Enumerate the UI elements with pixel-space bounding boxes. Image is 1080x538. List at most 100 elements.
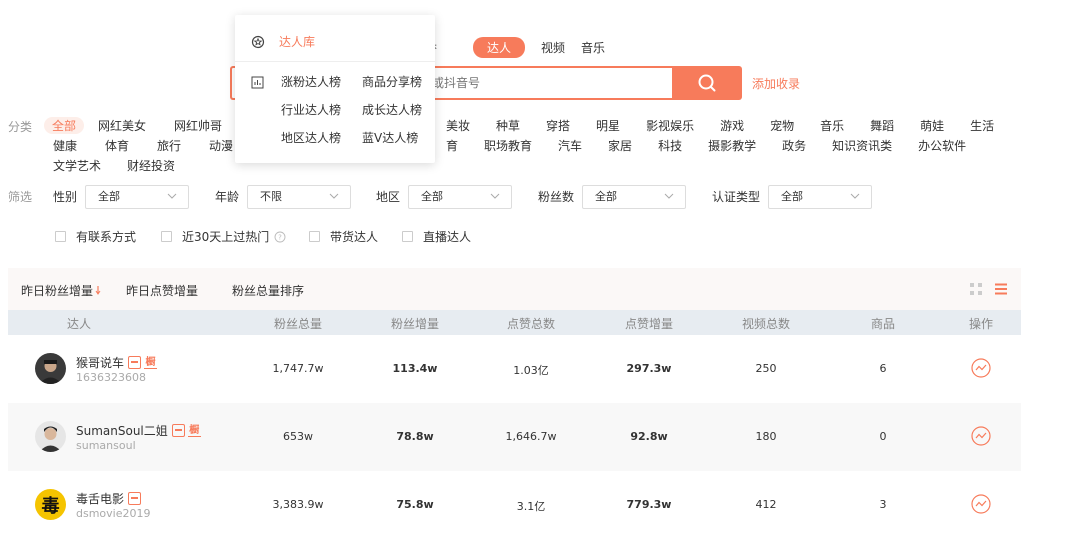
menu-item-fans-rank[interactable]: 涨粉达人榜 (281, 75, 362, 89)
dropdown-header[interactable]: 达人库 (251, 33, 315, 50)
add-record-link[interactable]: 添加收录 (752, 75, 800, 92)
category-item[interactable]: 政务 (782, 137, 806, 154)
category-item[interactable]: 音乐 (820, 117, 844, 134)
search-icon (698, 74, 716, 92)
table-row: 猴哥说车橱 1636323608 1,747.7w 113.4w 1.03亿 2… (8, 335, 1021, 403)
col-likes-total: 点赞总数 (506, 317, 556, 331)
checkbox-hot30[interactable]: 近30天上过热门 ? (161, 228, 286, 245)
avatar[interactable] (35, 421, 66, 452)
help-icon[interactable]: ? (274, 231, 286, 243)
tab-daren[interactable]: 达人 (473, 36, 526, 58)
category-item[interactable]: 体育 (105, 137, 129, 154)
sort-tab-fans-total[interactable]: 粉丝总量排序 (232, 282, 304, 299)
category-item[interactable]: 网红美女 (98, 117, 146, 134)
user-name[interactable]: 毒舌电影 (76, 490, 142, 507)
menu-item-region-rank[interactable]: 地区达人榜 (281, 131, 362, 145)
menu-item-industry-rank[interactable]: 行业达人榜 (281, 103, 362, 117)
category-item[interactable]: 网红帅哥 (174, 117, 222, 134)
verified-badge-icon (171, 424, 185, 437)
checkbox-box[interactable] (402, 231, 413, 242)
col-fans-inc: 粉丝增量 (390, 317, 440, 331)
likes-inc: 297.3w (626, 362, 672, 375)
likes-total: 1,646.7w (505, 430, 557, 443)
fans-total: 653w (283, 430, 313, 443)
category-item[interactable]: 办公软件 (918, 137, 966, 154)
grid-view-icon[interactable] (969, 282, 983, 296)
checkbox-goods[interactable]: 带货达人 (309, 228, 378, 245)
checkbox-live[interactable]: 直播达人 (402, 228, 471, 245)
category-item[interactable]: 萌娃 (920, 117, 944, 134)
col-fans-total: 粉丝总量 (273, 317, 323, 331)
col-goods: 商品 (870, 317, 896, 331)
category-item[interactable]: 健康 (53, 137, 77, 154)
sort-tab-likes-inc[interactable]: 昨日点赞增量 (126, 282, 198, 299)
fans-total: 3,383.9w (272, 498, 324, 511)
category-item[interactable]: 摄影教学 (708, 137, 756, 154)
checkbox-box[interactable] (55, 231, 66, 242)
col-daren: 达人 (66, 317, 92, 331)
likes-total: 1.03亿 (513, 364, 549, 377)
table-header: 达人 粉丝总量 粉丝增量 点赞总数 点赞增量 视频总数 商品 操作 (8, 310, 1021, 335)
search-button[interactable] (672, 66, 742, 100)
category-item[interactable]: 游戏 (720, 117, 744, 134)
category-item[interactable]: 汽车 (558, 137, 582, 154)
chevron-down-icon (490, 193, 500, 199)
category-item[interactable]: 知识资讯类 (832, 137, 892, 154)
user-id: dsmovie2019 (76, 507, 151, 520)
chevron-down-icon (664, 193, 674, 199)
user-name[interactable]: SumanSoul二姐橱 (76, 422, 201, 439)
gender-label: 性别 (53, 190, 78, 204)
menu-item-bluev-rank[interactable]: 蓝V达人榜 (362, 131, 443, 145)
menu-item-goods-rank[interactable]: 商品分享榜 (362, 75, 443, 89)
category-item[interactable]: 影视娱乐 (646, 117, 694, 134)
sort-bar: 昨日粉丝增量 昨日点赞增量 粉丝总量排序 (8, 268, 1021, 310)
checkbox-box[interactable] (161, 231, 172, 242)
category-item[interactable]: 美妆 (446, 117, 470, 134)
user-name[interactable]: 猴哥说车橱 (76, 354, 158, 371)
verified-badge-icon (128, 492, 142, 505)
category-item[interactable]: 明星 (596, 117, 620, 134)
verified-badge-icon (128, 356, 142, 369)
tab-music[interactable]: 音乐 (581, 39, 605, 56)
avatar[interactable] (35, 353, 66, 384)
likes-inc: 92.8w (630, 430, 668, 443)
daren-dropdown-menu: 达人库 涨粉达人榜 商品分享榜 行业达人榜 成长达人榜 地区达人榜 蓝V达人榜 (235, 15, 435, 163)
sort-tab-fans-inc[interactable]: 昨日粉丝增量 (21, 282, 103, 299)
trend-chart-icon[interactable] (971, 494, 991, 514)
category-item[interactable]: 种草 (496, 117, 520, 134)
auth-select[interactable]: 全部 (768, 185, 872, 209)
avatar[interactable]: 毒 (35, 489, 66, 520)
category-item[interactable]: 舞蹈 (870, 117, 894, 134)
category-item[interactable]: 生活 (970, 117, 994, 134)
bar-chart-icon (251, 76, 264, 89)
category-item[interactable]: 科技 (658, 137, 682, 154)
col-videos: 视频总数 (741, 317, 791, 331)
category-item[interactable]: 旅行 (157, 137, 181, 154)
tab-video[interactable]: 视频 (541, 39, 565, 56)
list-view-icon[interactable] (994, 282, 1008, 296)
fans-select[interactable]: 全部 (582, 185, 686, 209)
videos-count: 250 (755, 362, 777, 375)
col-action: 操作 (968, 317, 994, 331)
menu-item-growth-rank[interactable]: 成长达人榜 (362, 103, 443, 117)
trend-chart-icon[interactable] (971, 426, 991, 446)
category-item[interactable]: 文学艺术 (53, 157, 101, 174)
gender-select[interactable]: 全部 (85, 185, 189, 209)
category-row-2: 健康 体育 旅行 动漫 (53, 136, 233, 154)
category-item[interactable]: 动漫 (209, 137, 233, 154)
checkbox-contact[interactable]: 有联系方式 (55, 228, 136, 245)
auth-label: 认证类型 (712, 190, 761, 204)
trend-chart-icon[interactable] (971, 358, 991, 378)
age-select[interactable]: 不限 (247, 185, 351, 209)
category-item[interactable]: 宠物 (770, 117, 794, 134)
category-item[interactable]: 穿搭 (546, 117, 570, 134)
checkbox-box[interactable] (309, 231, 320, 242)
region-select[interactable]: 全部 (408, 185, 512, 209)
age-label: 年龄 (215, 190, 240, 204)
category-item[interactable]: 职场教育 (484, 137, 532, 154)
category-item[interactable]: 育 (446, 137, 458, 154)
category-item[interactable]: 财经投资 (127, 157, 175, 174)
category-item[interactable]: 家居 (608, 137, 632, 154)
filter-label: 筛选 (8, 190, 33, 204)
category-all[interactable]: 全部 (44, 116, 85, 134)
